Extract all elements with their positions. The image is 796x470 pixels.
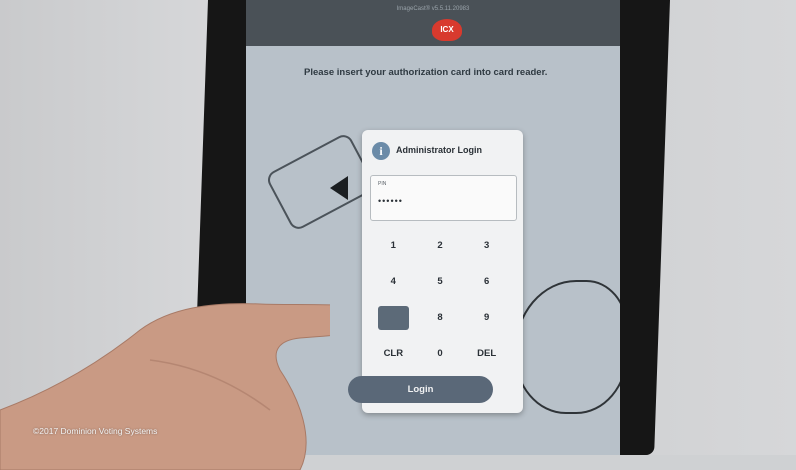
instruction-text: Please insert your authorization card in… [304, 67, 548, 78]
card-reader-illustration [264, 131, 378, 233]
key-8[interactable]: 8 [417, 306, 464, 330]
pin-label: PIN [378, 181, 387, 187]
copyright-text: ©2017 Dominion Voting Systems [33, 426, 158, 436]
key-1[interactable]: 1 [370, 234, 417, 258]
screen-header: ImageCast® v5.5.11.20983 ICX [246, 0, 620, 46]
icx-logo: ICX [432, 19, 462, 41]
key-4[interactable]: 4 [370, 270, 417, 294]
key-6[interactable]: 6 [463, 270, 510, 294]
pin-value: •••••• [378, 196, 403, 206]
key-0[interactable]: 0 [417, 342, 464, 366]
hand-illustration [514, 280, 620, 414]
pin-field[interactable]: PIN •••••• [370, 175, 517, 221]
key-clr[interactable]: CLR [370, 342, 417, 366]
key-5[interactable]: 5 [417, 270, 464, 294]
key-3[interactable]: 3 [463, 234, 510, 258]
key-7[interactable]: 7 [378, 306, 409, 330]
admin-login-dialog: i Administrator Login PIN •••••• 1 2 3 4… [348, 130, 523, 413]
insert-arrow-icon [330, 176, 348, 200]
key-2[interactable]: 2 [417, 234, 464, 258]
keypad: 1 2 3 4 5 6 7 8 9 CLR 0 DEL [370, 234, 510, 366]
info-icon: i [372, 142, 390, 160]
dialog-title: Administrator Login [396, 145, 482, 155]
key-9[interactable]: 9 [463, 306, 510, 330]
key-del[interactable]: DEL [463, 342, 510, 366]
login-button[interactable]: Login [348, 376, 493, 403]
version-text: ImageCast® v5.5.11.20983 [396, 6, 470, 12]
